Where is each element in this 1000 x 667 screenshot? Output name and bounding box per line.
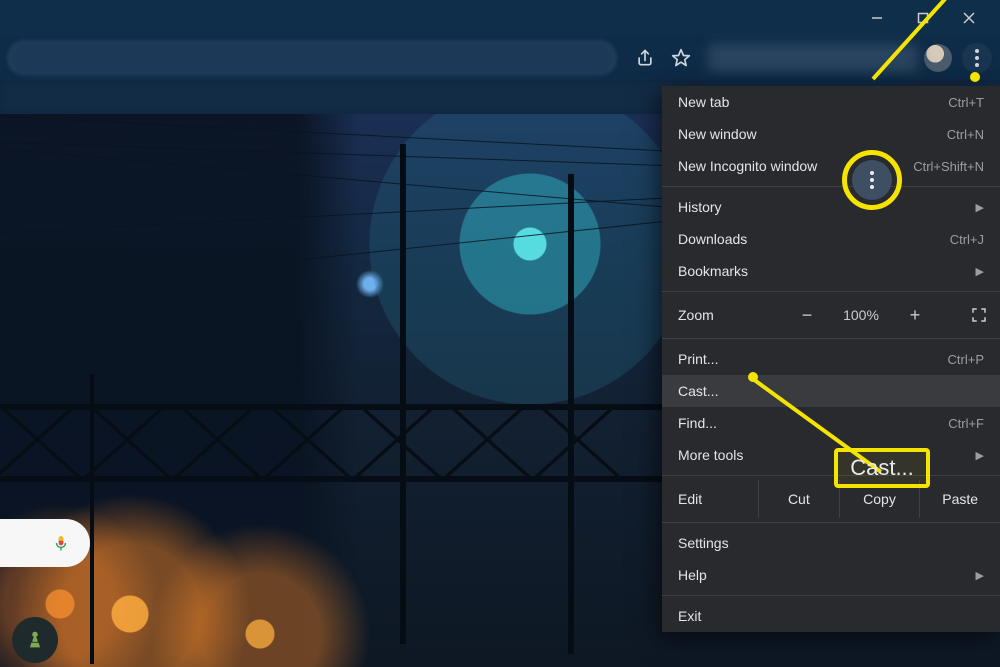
menu-separator bbox=[662, 522, 1000, 523]
app-shortcut-badge[interactable] bbox=[12, 617, 58, 663]
zoom-label: Zoom bbox=[678, 307, 768, 323]
window-titlebar bbox=[0, 0, 1000, 36]
zoom-value: 100% bbox=[839, 307, 883, 323]
edit-paste-button[interactable]: Paste bbox=[919, 480, 1000, 518]
menu-item-history[interactable]: History ▶ bbox=[662, 191, 1000, 223]
chrome-main-menu: New tab Ctrl+T New window Ctrl+N New Inc… bbox=[662, 86, 1000, 632]
menu-item-new-tab[interactable]: New tab Ctrl+T bbox=[662, 86, 1000, 118]
extensions-area bbox=[708, 44, 918, 72]
menu-item-new-window[interactable]: New window Ctrl+N bbox=[662, 118, 1000, 150]
menu-zoom-row: Zoom − 100% + bbox=[662, 296, 1000, 334]
toolbar bbox=[0, 36, 1000, 80]
chrome-menu-button[interactable] bbox=[962, 43, 992, 73]
microphone-icon bbox=[52, 532, 70, 554]
menu-item-settings[interactable]: Settings bbox=[662, 527, 1000, 559]
menu-item-help[interactable]: Help ▶ bbox=[662, 559, 1000, 591]
menu-separator bbox=[662, 595, 1000, 596]
address-bar[interactable] bbox=[8, 41, 616, 75]
toolbar-actions bbox=[624, 47, 702, 69]
chevron-right-icon: ▶ bbox=[976, 265, 984, 278]
edit-cut-button[interactable]: Cut bbox=[758, 480, 839, 518]
menu-item-bookmarks[interactable]: Bookmarks ▶ bbox=[662, 255, 1000, 287]
window-maximize-button[interactable] bbox=[900, 0, 946, 36]
bookmark-star-icon[interactable] bbox=[670, 47, 692, 69]
chevron-right-icon: ▶ bbox=[976, 569, 984, 582]
menu-separator bbox=[662, 338, 1000, 339]
edit-label: Edit bbox=[678, 491, 758, 507]
window-minimize-button[interactable] bbox=[854, 0, 900, 36]
menu-item-more-tools[interactable]: More tools ▶ bbox=[662, 439, 1000, 471]
chevron-right-icon: ▶ bbox=[976, 201, 984, 214]
menu-item-downloads[interactable]: Downloads Ctrl+J bbox=[662, 223, 1000, 255]
menu-item-cast[interactable]: Cast... bbox=[662, 375, 1000, 407]
profile-avatar[interactable] bbox=[924, 44, 952, 72]
menu-separator bbox=[662, 186, 1000, 187]
menu-item-print[interactable]: Print... Ctrl+P bbox=[662, 343, 1000, 375]
menu-separator bbox=[662, 291, 1000, 292]
fullscreen-button[interactable] bbox=[968, 304, 990, 326]
chevron-right-icon: ▶ bbox=[976, 449, 984, 462]
voice-search-button[interactable] bbox=[0, 519, 90, 567]
zoom-out-button[interactable]: − bbox=[797, 305, 817, 326]
zoom-in-button[interactable]: + bbox=[905, 305, 925, 326]
fullscreen-icon bbox=[970, 306, 988, 324]
menu-separator bbox=[662, 475, 1000, 476]
menu-item-incognito[interactable]: New Incognito window Ctrl+Shift+N bbox=[662, 150, 1000, 182]
edit-copy-button[interactable]: Copy bbox=[839, 480, 920, 518]
window-close-button[interactable] bbox=[946, 0, 992, 36]
menu-edit-row: Edit Cut Copy Paste bbox=[662, 480, 1000, 518]
menu-item-find[interactable]: Find... Ctrl+F bbox=[662, 407, 1000, 439]
share-icon[interactable] bbox=[634, 47, 656, 69]
menu-item-exit[interactable]: Exit bbox=[662, 600, 1000, 632]
pawn-icon bbox=[24, 629, 46, 651]
